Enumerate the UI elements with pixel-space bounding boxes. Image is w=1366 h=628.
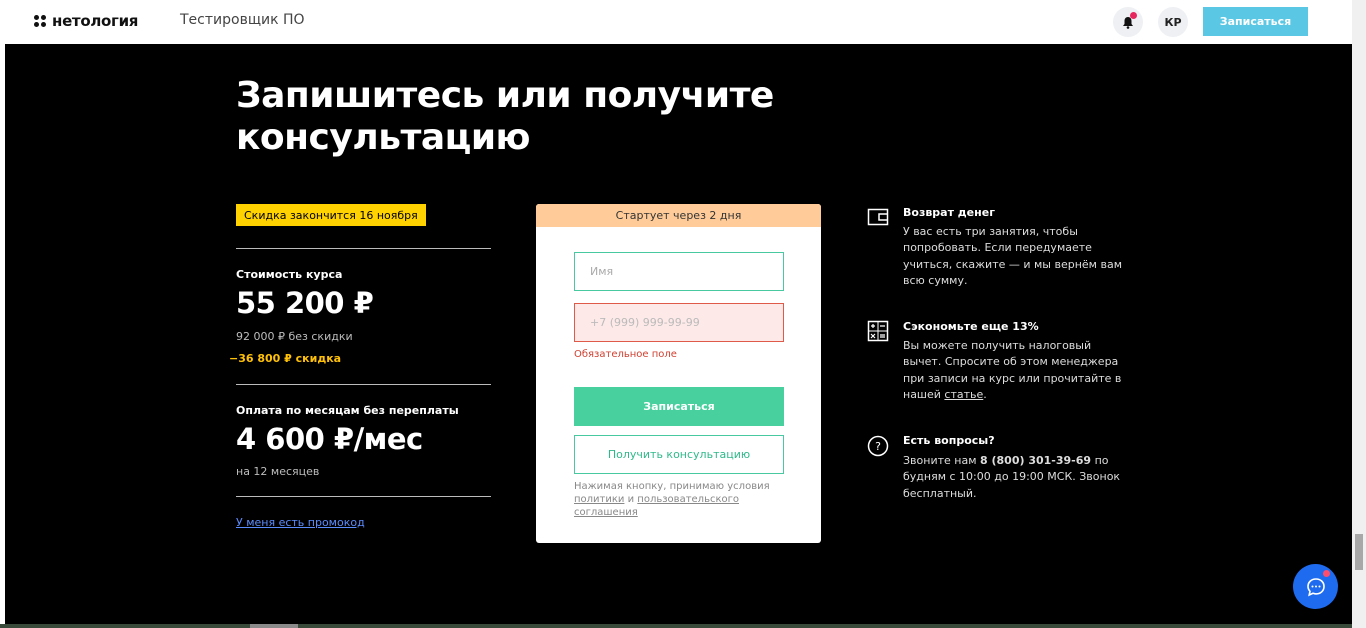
avatar[interactable]: КР xyxy=(1158,7,1188,37)
terms-prefix: Нажимая кнопку, принимаю условия xyxy=(574,481,770,492)
discount-amount: −36 800 ₽ скидка xyxy=(229,352,342,365)
divider xyxy=(236,496,491,497)
monthly-term: на 12 месяцев xyxy=(236,465,320,478)
consultation-button[interactable]: Получить консультацию xyxy=(574,435,784,474)
logo-icon xyxy=(34,15,46,27)
start-notice: Стартует через 2 дня xyxy=(536,204,821,227)
phone-input[interactable]: +7 (999) 999-99-99 xyxy=(574,303,784,342)
article-link[interactable]: статье xyxy=(944,388,983,401)
divider xyxy=(236,384,491,385)
phone-error: Обязательное поле xyxy=(574,349,677,360)
bottom-strip xyxy=(0,624,1352,628)
refund-text: У вас есть три занятия, чтобы попробоват… xyxy=(903,225,1123,287)
monthly-label: Оплата по месяцам без переплаты xyxy=(236,404,459,417)
signup-section: Запишитесь или получите консультацию Ски… xyxy=(5,44,1352,624)
scrollbar[interactable] xyxy=(1352,0,1366,628)
discount-badge: Скидка закончится 16 ноября xyxy=(236,204,426,226)
policy-link[interactable]: политики xyxy=(574,494,624,505)
notification-dot xyxy=(1130,12,1137,19)
phone-number[interactable]: 8 (800) 301-39-69 xyxy=(980,454,1091,467)
tax-title: Сэкономьте еще 13% xyxy=(903,320,1039,333)
notifications-button[interactable] xyxy=(1113,7,1143,37)
top-header: нетология Тестировщик ПО КР Записаться xyxy=(0,0,1352,44)
name-input[interactable]: Имя xyxy=(574,252,784,291)
scrollbar-thumb[interactable] xyxy=(1355,534,1363,570)
cost-label: Стоимость курса xyxy=(236,268,343,281)
question-icon: ? xyxy=(867,435,889,457)
title-line-1: Запишитесь или получите xyxy=(236,75,774,116)
submit-button[interactable]: Записаться xyxy=(574,387,784,426)
questions-text: Звоните нам 8 (800) 301-39-69 по будням … xyxy=(903,453,1128,502)
wallet-icon xyxy=(867,208,889,226)
divider xyxy=(236,248,491,249)
tax-text-body: Вы можете получить налоговый вычет. Спро… xyxy=(903,339,1122,401)
svg-text:?: ? xyxy=(875,440,881,453)
refund-title: Возврат денег xyxy=(903,206,995,219)
logo[interactable]: нетология xyxy=(34,12,138,30)
header-signup-button[interactable]: Записаться xyxy=(1203,7,1308,36)
terms-text: Нажимая кнопку, принимаю условия политик… xyxy=(574,480,784,519)
chat-icon xyxy=(1306,577,1325,596)
signup-form: Стартует через 2 дня Имя +7 (999) 999-99… xyxy=(536,204,821,543)
course-name[interactable]: Тестировщик ПО xyxy=(180,12,305,28)
questions-title: Есть вопросы? xyxy=(903,434,995,447)
chat-notification-dot xyxy=(1323,570,1330,577)
promo-code-link[interactable]: У меня есть промокод xyxy=(236,516,365,529)
chat-button[interactable] xyxy=(1293,564,1338,609)
section-title: Запишитесь или получите консультацию xyxy=(236,75,856,159)
terms-and: и xyxy=(627,494,635,505)
calculator-icon xyxy=(867,320,889,342)
questions-prefix: Звоните нам xyxy=(903,454,977,467)
title-line-2: консультацию xyxy=(236,117,531,158)
old-price: 92 000 ₽ без скидки xyxy=(236,330,353,343)
logo-text: нетология xyxy=(52,12,139,30)
course-price: 55 200 ₽ xyxy=(236,286,374,320)
tax-text: Вы можете получить налоговый вычет. Спро… xyxy=(903,339,1122,401)
monthly-price: 4 600 ₽/мес xyxy=(236,422,423,456)
